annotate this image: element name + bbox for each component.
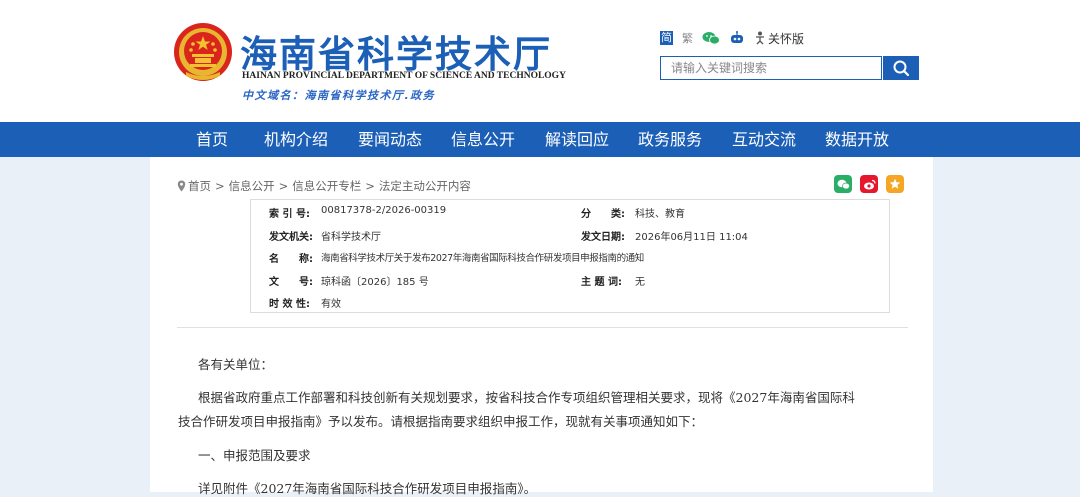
breadcrumb-statutory-content[interactable]: 法定主动公开内容 [379, 178, 471, 194]
traditional-chinese-link[interactable]: 繁 [682, 30, 693, 46]
nav-item-news[interactable]: 要闻动态 [358, 122, 422, 157]
site-title-en: HAINAN PROVINCIAL DEPARTMENT OF SCIENCE … [242, 71, 566, 81]
paragraph-1-line-2: 技合作研发项目申报指南》予以发布。请根据指南要求组织申报工作，现就有关事项通知如… [178, 414, 704, 429]
index-no-value: 00817378-2/2026-00319 [321, 205, 447, 216]
paragraph-2: 详见附件《2027年海南省国际科技合作研发项目申报指南》。 [198, 481, 537, 496]
simplified-chinese-link[interactable]: 简 [660, 31, 673, 45]
category-label: 分 类: [581, 209, 625, 220]
validity-label: 时 效 性: [269, 299, 310, 310]
validity-value: 有效 [321, 299, 341, 310]
site-header: 海南省科学技术厅 HAINAN PROVINCIAL DEPARTMENT OF… [0, 0, 1080, 122]
breadcrumb-separator: > [278, 179, 289, 193]
breadcrumb-info-column[interactable]: 信息公开专栏 [292, 178, 361, 194]
document-metadata-table: 索 引 号: 00817378-2/2026-00319 分 类: 科技、教育 … [250, 199, 890, 313]
nav-item-organization[interactable]: 机构介绍 [264, 122, 328, 157]
paragraph-1-line-1: 根据省政府重点工作部署和科技创新有关规划要求，按省科技合作专项组织管理相关要求，… [198, 390, 855, 405]
article-panel: 首页 > 信息公开 > 信息公开专栏 > 法定主动公开内容 索 引 号: 008… [150, 157, 933, 496]
nav-item-open-data[interactable]: 数据开放 [825, 122, 889, 157]
doc-number-value: 琼科函〔2026〕185 号 [321, 277, 429, 288]
salutation: 各有关单位： [198, 357, 274, 372]
chinese-domain-line: 中文域名：海南省科学技术厅.政务 [242, 89, 436, 102]
subject-label: 主 题 词: [581, 277, 622, 288]
content-divider [177, 327, 908, 328]
category-value: 科技、教育 [635, 209, 685, 220]
location-pin-icon [177, 180, 186, 192]
site-title: 海南省科学技术厅 [240, 32, 552, 76]
share-weibo-icon[interactable] [860, 175, 878, 193]
breadcrumb-separator: > [365, 179, 375, 193]
doc-number-label: 文 号: [269, 277, 313, 288]
nav-item-gov-services[interactable]: 政务服务 [638, 122, 702, 157]
search-button[interactable] [883, 56, 919, 80]
search-icon [893, 60, 910, 77]
elder-care-link[interactable]: 关怀版 [754, 30, 804, 47]
issuer-value: 省科学技术厅 [321, 232, 381, 243]
breadcrumb: 首页 > 信息公开 > 信息公开专栏 > 法定主动公开内容 [177, 178, 471, 194]
doc-name-value: 海南省科学技术厅关于发布2027年海南省国际科技合作研发项目申报指南的通知 [321, 253, 644, 264]
elder-care-label: 关怀版 [768, 31, 805, 46]
main-nav: 首页 机构介绍 要闻动态 信息公开 解读回应 政务服务 互动交流 数据开放 [0, 122, 1080, 157]
accessibility-icon [756, 31, 764, 45]
robot-assistant-icon[interactable] [729, 31, 745, 45]
nav-item-interaction[interactable]: 互动交流 [732, 122, 796, 157]
nav-item-info-disclosure[interactable]: 信息公开 [451, 122, 515, 157]
issue-date-label: 发文日期: [581, 232, 625, 243]
breadcrumb-separator: > [215, 179, 225, 193]
nav-item-home[interactable]: 首页 [196, 122, 228, 157]
search-input[interactable] [661, 57, 881, 79]
breadcrumb-info-disclosure[interactable]: 信息公开 [229, 178, 275, 194]
subject-value: 无 [635, 277, 645, 288]
section-heading-1: 一、申报范围及要求 [198, 448, 311, 463]
wechat-icon[interactable] [702, 31, 720, 45]
breadcrumb-home[interactable]: 首页 [188, 178, 211, 194]
nav-item-interpretation[interactable]: 解读回应 [545, 122, 609, 157]
top-links: 简 繁 关怀版 [660, 29, 804, 47]
doc-name-label: 名 称: [269, 254, 313, 265]
search-box [660, 56, 882, 80]
issue-date-value: 2026年06月11日 11:04 [635, 232, 748, 243]
issuer-label: 发文机关: [269, 232, 313, 243]
favorite-star-icon[interactable] [886, 175, 904, 193]
index-no-label: 索 引 号: [269, 209, 310, 220]
national-emblem-icon [172, 22, 234, 84]
share-wechat-icon[interactable] [834, 175, 852, 193]
